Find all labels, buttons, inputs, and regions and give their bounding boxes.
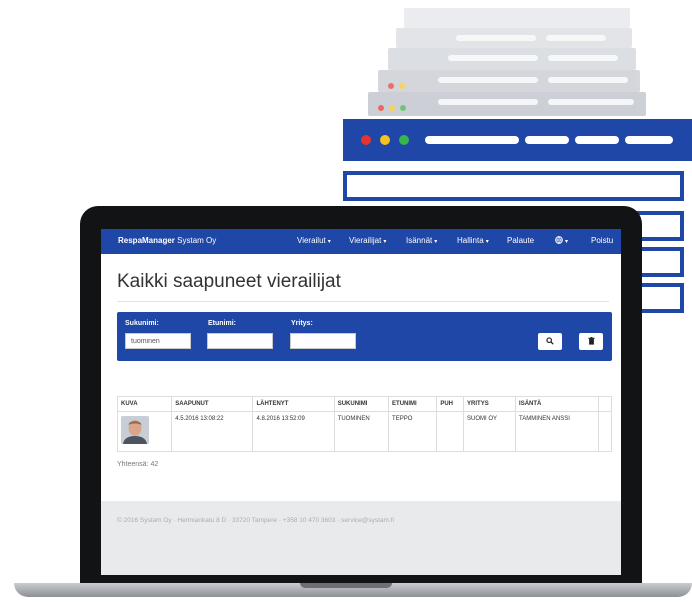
company-cell: SUOMI OY [463, 411, 517, 452]
nav-vierailijat[interactable]: Vierailijat ▾ [349, 236, 386, 245]
search-button[interactable] [538, 333, 562, 350]
col-header-sukunimi[interactable]: SUKUNIMI [333, 396, 390, 412]
col-header-puh[interactable]: PUH [436, 396, 465, 412]
laptop-notch [300, 583, 392, 588]
col-header-lahtenyt[interactable]: LÄHTENYT [252, 396, 335, 412]
firstname-input[interactable] [207, 333, 273, 349]
navbar: RespaManager Systam Oy Vierailut ▾ Vierai… [101, 229, 621, 254]
brand[interactable]: RespaManager Systam Oy [118, 236, 216, 245]
table-row[interactable]: 4.5.2016 13:08:22 4.8.2016 13:52:09 TUOM… [116, 411, 612, 452]
search-icon [546, 337, 554, 345]
footer-text: © 2016 Systam Oy · Hermiankatu 8 D · 337… [117, 517, 394, 524]
phone-cell [436, 411, 465, 452]
footer: © 2016 Systam Oy · Hermiankatu 8 D · 337… [101, 501, 621, 575]
background-window [368, 92, 646, 116]
trash-icon [587, 337, 595, 345]
col-header-yritys[interactable]: YRITYS [463, 396, 517, 412]
close-dot-icon [361, 135, 371, 145]
background-window [388, 48, 636, 70]
divider [117, 301, 609, 302]
globe-icon [555, 236, 563, 244]
background-window [404, 8, 630, 28]
nav-language[interactable]: ▾ [555, 236, 568, 245]
background-window [396, 28, 632, 48]
left-cell: 4.8.2016 13:52:09 [252, 411, 335, 452]
minimize-dot-icon [380, 135, 390, 145]
col-header-isanta[interactable]: ISÄNTÄ [515, 396, 600, 412]
nav-vierailut[interactable]: Vierailut ▾ [297, 236, 331, 245]
col-header-saapunut[interactable]: SAAPUNUT [171, 396, 254, 412]
surname-label: Sukunimi: [125, 320, 159, 327]
col-header-extra [598, 396, 612, 412]
table-header-row: KUVA SAAPUNUT LÄHTENYT SUKUNIMI ETUNIMI … [116, 396, 612, 412]
visitor-photo [121, 416, 149, 444]
nav-logout[interactable]: Poistu [591, 236, 613, 245]
company-input[interactable] [290, 333, 356, 349]
col-header-kuva[interactable]: KUVA [116, 396, 173, 412]
page-title: Kaikki saapuneet vierailijat [117, 271, 341, 292]
surname-input[interactable] [125, 333, 191, 349]
total-count: Yhteensä: 42 [117, 461, 159, 468]
search-panel: Sukunimi: Etunimi: Yritys: [117, 312, 612, 361]
window-titlebar [343, 119, 692, 161]
app-screen: RespaManager Systam Oy Vierailut ▾ Vierai… [101, 229, 621, 575]
arrived-cell: 4.5.2016 13:08:22 [171, 411, 254, 452]
nav-hallinta[interactable]: Hallinta ▾ [457, 236, 489, 245]
col-header-etunimi[interactable]: ETUNIMI [388, 396, 438, 412]
extra-cell [598, 411, 612, 452]
company-label: Yritys: [291, 320, 313, 327]
firstname-label: Etunimi: [208, 320, 236, 327]
host-cell: TAMMINEN ANSSI [515, 411, 600, 452]
firstname-cell: TEPPO [388, 411, 438, 452]
clear-button[interactable] [579, 333, 603, 350]
visitors-table: KUVA SAAPUNUT LÄHTENYT SUKUNIMI ETUNIMI … [116, 396, 612, 452]
maximize-dot-icon [399, 135, 409, 145]
background-window [378, 70, 640, 92]
nav-palaute[interactable]: Palaute [507, 236, 534, 245]
surname-cell: TUOMINEN [333, 411, 390, 452]
photo-cell [116, 411, 173, 452]
nav-isannat[interactable]: Isännät ▾ [406, 236, 437, 245]
